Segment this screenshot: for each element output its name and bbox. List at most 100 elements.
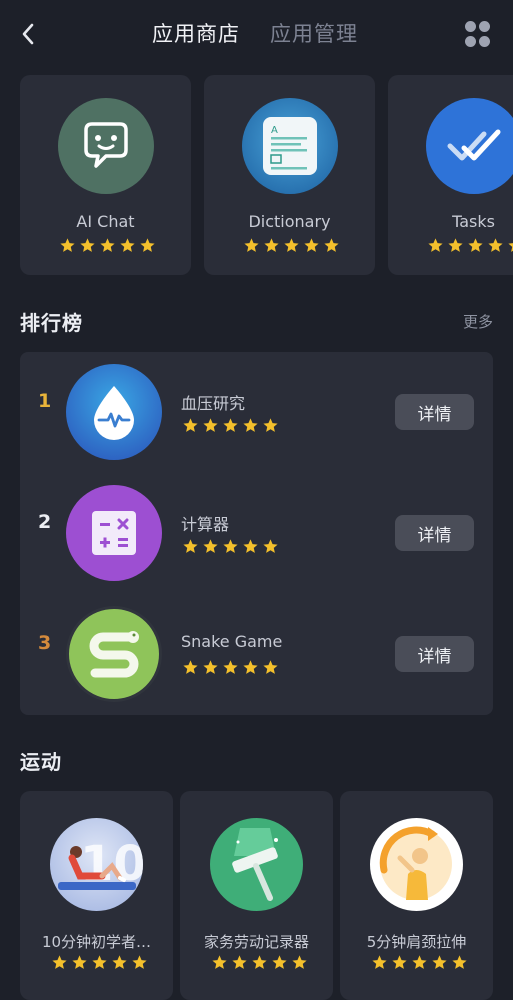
star-icon <box>223 660 238 674</box>
star-icon <box>292 955 307 969</box>
tab-app-store[interactable]: 应用商店 <box>152 18 240 48</box>
sports-title: 运动 <box>20 750 62 774</box>
featured-app-name: AI Chat <box>76 212 135 231</box>
star-icon <box>223 418 238 432</box>
star-icon <box>272 955 287 969</box>
snake-icon <box>66 606 162 702</box>
ranking-row[interactable]: 3 Snake Game 详情 <box>20 594 493 702</box>
star-icon <box>243 539 258 553</box>
star-rating <box>59 237 156 254</box>
star-icon <box>252 955 267 969</box>
four-dots-grid-icon[interactable] <box>465 21 491 47</box>
star-icon <box>263 418 278 432</box>
svg-text:A: A <box>271 125 278 136</box>
star-icon <box>183 539 198 553</box>
sports-app-name: 家务劳动记录器 <box>203 933 309 951</box>
chevron-left-icon <box>22 23 34 45</box>
star-rating <box>243 237 340 254</box>
featured-card-dictionary[interactable]: A Dictionary <box>204 75 375 275</box>
star-icon <box>448 238 463 252</box>
star-icon <box>132 955 147 969</box>
star-icon <box>432 955 447 969</box>
star-icon <box>243 660 258 674</box>
calculator-icon <box>66 485 162 581</box>
ranking-row[interactable]: 1 血压研究 详情 <box>20 352 493 460</box>
star-icon <box>100 238 115 252</box>
star-icon <box>452 955 467 969</box>
star-icon <box>52 955 67 969</box>
sports-app-name: 10分钟初学者… <box>41 933 152 951</box>
star-icon <box>120 238 135 252</box>
rank-number: 3 <box>38 632 52 654</box>
star-icon <box>428 238 443 252</box>
ranking-row[interactable]: 2 计算器 详情 <box>20 473 493 581</box>
star-icon <box>304 238 319 252</box>
neck-stretch-icon <box>370 818 463 911</box>
star-icon <box>212 955 227 969</box>
star-icon <box>263 539 278 553</box>
featured-apps: AI Chat A Dictionary Tasks <box>20 75 513 275</box>
star-icon <box>92 955 107 969</box>
star-icon <box>60 238 75 252</box>
rank-number: 2 <box>38 511 52 533</box>
dictionary-book-icon: A <box>242 98 338 194</box>
star-icon <box>468 238 483 252</box>
sports-app-name: 5分钟肩颈拉伸 <box>366 933 467 951</box>
star-icon <box>140 238 155 252</box>
sports-card[interactable]: 5分钟肩颈拉伸 <box>340 791 493 1000</box>
ranking-list: 1 血压研究 详情 2 计算器 详情 3 Snake Game 详情 <box>20 352 493 715</box>
rank-app-name: 血压研究 <box>181 394 246 413</box>
star-icon <box>203 660 218 674</box>
star-rating <box>51 954 148 971</box>
rank-app-name: Snake Game <box>181 632 283 651</box>
star-icon <box>72 955 87 969</box>
mop-cleaning-icon <box>210 818 303 911</box>
back-button[interactable] <box>14 20 42 48</box>
star-icon <box>392 955 407 969</box>
star-icon <box>324 238 339 252</box>
star-icon <box>223 539 238 553</box>
sports-card[interactable]: 家务劳动记录器 <box>180 791 333 1000</box>
details-button[interactable]: 详情 <box>395 636 474 672</box>
star-rating <box>371 954 468 971</box>
featured-card-ai-chat[interactable]: AI Chat <box>20 75 191 275</box>
star-icon <box>232 955 247 969</box>
featured-card-tasks[interactable]: Tasks <box>388 75 513 275</box>
star-icon <box>183 418 198 432</box>
app-header: 应用商店 应用管理 <box>0 0 513 70</box>
rank-number: 1 <box>38 390 52 412</box>
star-icon <box>244 238 259 252</box>
star-icon <box>203 418 218 432</box>
tab-app-management[interactable]: 应用管理 <box>270 18 358 48</box>
details-button[interactable]: 详情 <box>395 515 474 551</box>
double-check-icon <box>426 98 513 194</box>
star-icon <box>284 238 299 252</box>
star-icon <box>412 955 427 969</box>
star-rating <box>211 954 308 971</box>
star-rating <box>182 538 279 555</box>
ranking-title: 排行榜 <box>20 311 83 335</box>
rank-app-name: 计算器 <box>181 515 230 534</box>
sports-apps: 10 10分钟初学者… 家务劳动记录器 5分钟肩颈拉伸 <box>20 791 513 1000</box>
chat-bubble-face-icon <box>58 98 154 194</box>
star-icon <box>183 660 198 674</box>
star-icon <box>264 238 279 252</box>
star-icon <box>488 238 503 252</box>
star-icon <box>80 238 95 252</box>
star-rating <box>427 237 513 254</box>
details-button[interactable]: 详情 <box>395 394 474 430</box>
star-rating <box>182 417 279 434</box>
star-icon <box>112 955 127 969</box>
situp-workout-icon: 10 <box>50 818 143 911</box>
star-icon <box>508 243 513 252</box>
blood-drop-icon <box>66 364 162 460</box>
more-link[interactable]: 更多 <box>463 311 493 332</box>
sports-card[interactable]: 10 10分钟初学者… <box>20 791 173 1000</box>
star-icon <box>263 660 278 674</box>
star-icon <box>243 418 258 432</box>
star-icon <box>372 955 387 969</box>
star-rating <box>182 659 279 676</box>
featured-app-name: Dictionary <box>248 212 331 231</box>
star-icon <box>203 539 218 553</box>
featured-app-name: Tasks <box>452 212 495 231</box>
